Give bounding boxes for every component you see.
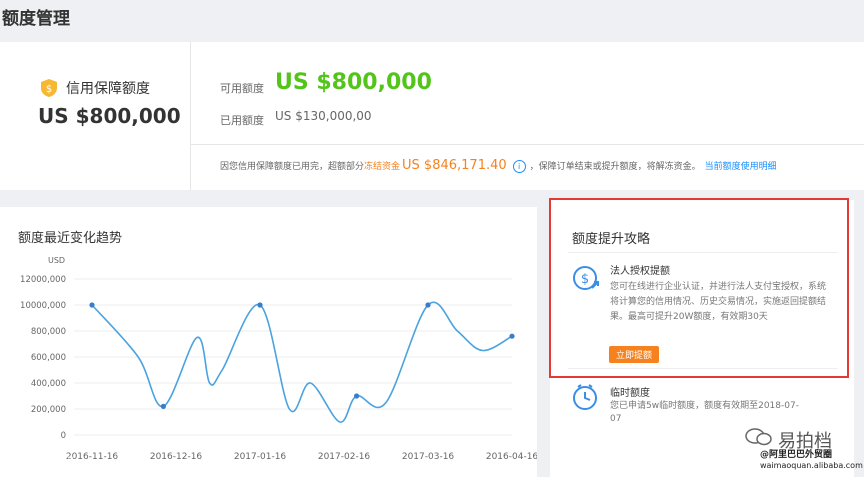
y-tick-label: 0	[61, 431, 66, 441]
data-point	[257, 302, 263, 308]
notice-text-after: ，保障订单结束或提升额度，将解冻资金。	[529, 162, 701, 172]
used-quota-value: US $130,000,00	[275, 109, 372, 123]
y-tick-label: 200,000	[31, 405, 66, 415]
credit-guarantee-text: 信用保障额度	[66, 81, 150, 97]
y-tick-label: 600,000	[31, 353, 66, 363]
frozen-funds-notice: 因您信用保障额度已用完，超额部分 冻结资金 US $846,171.40 i ，…	[220, 158, 777, 173]
data-point	[89, 302, 95, 308]
x-tick-label: 2016-12-16	[150, 452, 203, 462]
highlight-box	[549, 198, 849, 378]
usage-details-link[interactable]: 当前额度使用明细	[705, 159, 777, 172]
y-tick-label: 12000,000	[20, 275, 66, 285]
info-icon[interactable]: i	[512, 160, 526, 173]
x-tick-label: 2016-04-16	[486, 452, 537, 462]
temp-quota-desc: 您已申请5w临时额度，额度有效期至2018-07-07	[610, 401, 799, 424]
data-point	[354, 393, 360, 399]
used-quota-label: 已用额度	[220, 114, 264, 127]
series-line	[91, 301, 513, 423]
watermark-right-sub: @阿里巴巴外贸圈	[760, 450, 833, 460]
y-tick-label: 10000,000	[20, 301, 66, 311]
svg-text:$: $	[46, 84, 52, 95]
clock-icon	[573, 384, 597, 410]
shield-icon: $	[41, 79, 57, 97]
credit-summary-card: $ 信用保障额度 US $800,000 可用额度 US $800,000 已用…	[0, 42, 864, 190]
trend-line-chart: USD 12000,000 10000,000 800,000 600,000 400,0…	[20, 256, 537, 462]
credit-guarantee-value: US $800,000	[38, 104, 181, 128]
watermark-right: 易拍档 @阿里巴巴外贸圈 waimaoquan.alibaba.com	[740, 425, 864, 477]
frozen-funds-amount: US $846,171.40	[402, 158, 507, 173]
horizontal-divider	[190, 144, 864, 145]
available-quota-value: US $800,000	[275, 70, 432, 95]
notice-text-before: 因您信用保障额度已用完，超额部分	[220, 162, 365, 172]
vertical-divider	[190, 42, 191, 190]
y-tick-label: 800,000	[31, 327, 66, 337]
x-tick-label: 2017-03-16	[402, 452, 455, 462]
temp-quota-title: 临时额度	[610, 388, 650, 399]
watermark-right-url: waimaoquan.alibaba.com	[760, 461, 863, 470]
data-point	[425, 302, 431, 308]
data-point	[160, 403, 166, 409]
credit-guarantee-label: $ 信用保障额度	[40, 78, 150, 98]
page-title: 额度管理	[2, 9, 70, 29]
data-point	[509, 333, 515, 339]
y-axis-unit: USD	[48, 256, 65, 265]
x-tick-label: 2017-02-16	[318, 452, 371, 462]
frozen-funds-label: 冻结资金	[364, 162, 401, 172]
available-quota-label: 可用额度	[220, 82, 264, 95]
x-tick-label: 2017-01-16	[234, 452, 287, 462]
trend-chart-card: 额度最近变化趋势 USD 12000,000 10000,000 800,000 600…	[0, 207, 537, 477]
watermark-logo-icon: ©	[6, 454, 19, 469]
watermark-left: © 大数跨境	[6, 452, 75, 471]
watermark-left-text: 大数跨境	[23, 456, 76, 471]
wechat-icon	[745, 428, 772, 446]
y-tick-label: 400,000	[31, 379, 66, 389]
